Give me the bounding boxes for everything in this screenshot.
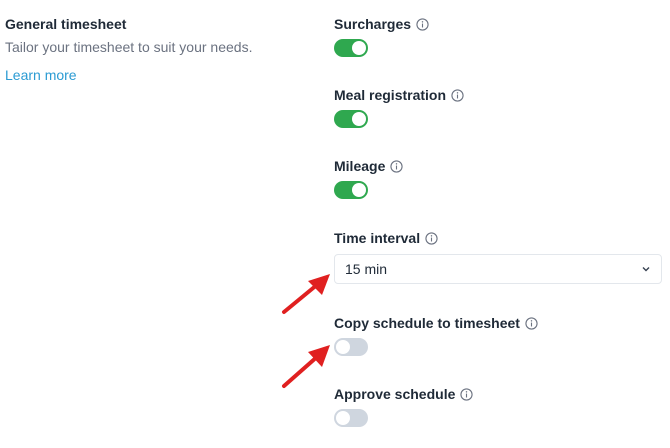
- setting-meal-registration: Meal registration: [334, 86, 464, 128]
- info-icon[interactable]: [416, 17, 429, 31]
- info-icon[interactable]: [460, 387, 474, 401]
- annotation-arrow-icon: [282, 345, 330, 388]
- mileage-label: Mileage: [334, 158, 386, 174]
- info-icon[interactable]: [390, 159, 403, 173]
- toggle-knob: [336, 411, 350, 425]
- setting-surcharges: Surcharges: [334, 15, 429, 57]
- meal-registration-label: Meal registration: [334, 87, 447, 103]
- toggle-knob: [352, 183, 366, 197]
- setting-copy-schedule: Copy schedule to timesheet: [334, 314, 538, 356]
- surcharges-label: Surcharges: [334, 16, 412, 32]
- meal-registration-toggle[interactable]: [334, 110, 368, 128]
- learn-more-link[interactable]: Learn more: [5, 66, 77, 84]
- info-icon[interactable]: [451, 88, 464, 102]
- chevron-down-icon: [642, 267, 650, 272]
- info-icon[interactable]: [425, 231, 438, 245]
- setting-approve-schedule: Approve schedule: [334, 385, 474, 427]
- time-interval-value: 15 min: [345, 261, 388, 277]
- time-interval-label: Time interval: [334, 230, 421, 246]
- annotation-arrow-icon: [282, 274, 330, 314]
- section-title: General timesheet: [5, 16, 127, 32]
- setting-mileage: Mileage: [334, 157, 403, 199]
- mileage-toggle[interactable]: [334, 181, 368, 199]
- toggle-knob: [336, 340, 350, 354]
- section-header: General timesheet Tailor your timesheet …: [5, 15, 305, 85]
- time-interval-select[interactable]: 15 min: [334, 254, 662, 284]
- approve-schedule-label: Approve schedule: [334, 386, 456, 402]
- copy-schedule-label: Copy schedule to timesheet: [334, 315, 520, 331]
- surcharges-toggle[interactable]: [334, 39, 368, 57]
- info-icon[interactable]: [525, 316, 538, 330]
- approve-schedule-toggle[interactable]: [334, 409, 368, 427]
- toggle-knob: [352, 112, 366, 126]
- toggle-knob: [352, 41, 366, 55]
- setting-time-interval: Time interval 15 min: [334, 229, 662, 284]
- settings-page: General timesheet Tailor your timesheet …: [0, 0, 670, 448]
- section-description: Tailor your timesheet to suit your needs…: [5, 39, 253, 55]
- copy-schedule-toggle[interactable]: [334, 338, 368, 356]
